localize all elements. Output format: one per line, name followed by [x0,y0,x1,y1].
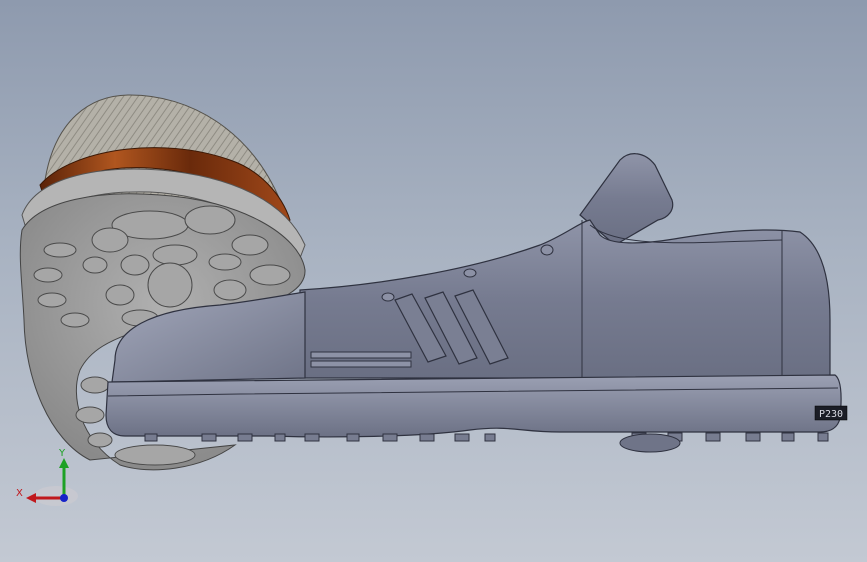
cleat [705,432,721,442]
heel-label-text: P230 [819,409,843,420]
tread-lug [105,284,135,306]
cleat [304,433,320,442]
tread-lug [152,244,198,266]
tread-lug [147,262,193,308]
cleat [745,432,761,442]
coordinate-triad[interactable]: Y X [14,440,84,510]
tread-lug [87,432,113,448]
tread-lug [184,205,236,235]
eyelet [381,292,395,302]
tread-lug [33,267,63,283]
eyelet [540,244,554,256]
cleat [454,433,470,442]
tread-lug [120,254,150,276]
cleat [781,432,795,442]
tread-lug [60,312,90,328]
tread-lug [75,406,105,424]
y-axis-label: Y [58,448,66,459]
tread-lug [82,256,108,274]
tread-lug [43,242,77,258]
tread-lug [249,264,291,286]
tread-lug [91,227,129,253]
cleat [817,432,829,442]
y-axis-arrow [59,458,69,468]
x-axis-label: X [16,488,23,499]
cleat [237,433,253,442]
shoe-sole[interactable] [105,374,842,438]
tread-lug [37,292,67,308]
cleat [484,433,496,442]
cleat [201,433,217,442]
tread-lug [208,253,242,271]
z-axis-dot [60,494,68,502]
tread-lug [114,444,196,466]
triad-plane-disc [34,486,78,506]
cleat [144,433,158,442]
tread-lug [80,376,110,394]
cleat [346,433,360,442]
cleat [419,433,435,442]
graphics-viewport[interactable]: P230 Y X [0,0,867,562]
eyelet [463,268,477,278]
heel-sole-lugs [619,433,681,453]
sole-cleats [144,432,829,442]
shoe-model-view[interactable]: P230 [0,0,867,562]
cleat [382,433,398,442]
tread-lug [213,279,247,301]
x-axis-arrow [26,493,36,503]
cleat [274,433,286,442]
tread-lug [231,234,269,256]
